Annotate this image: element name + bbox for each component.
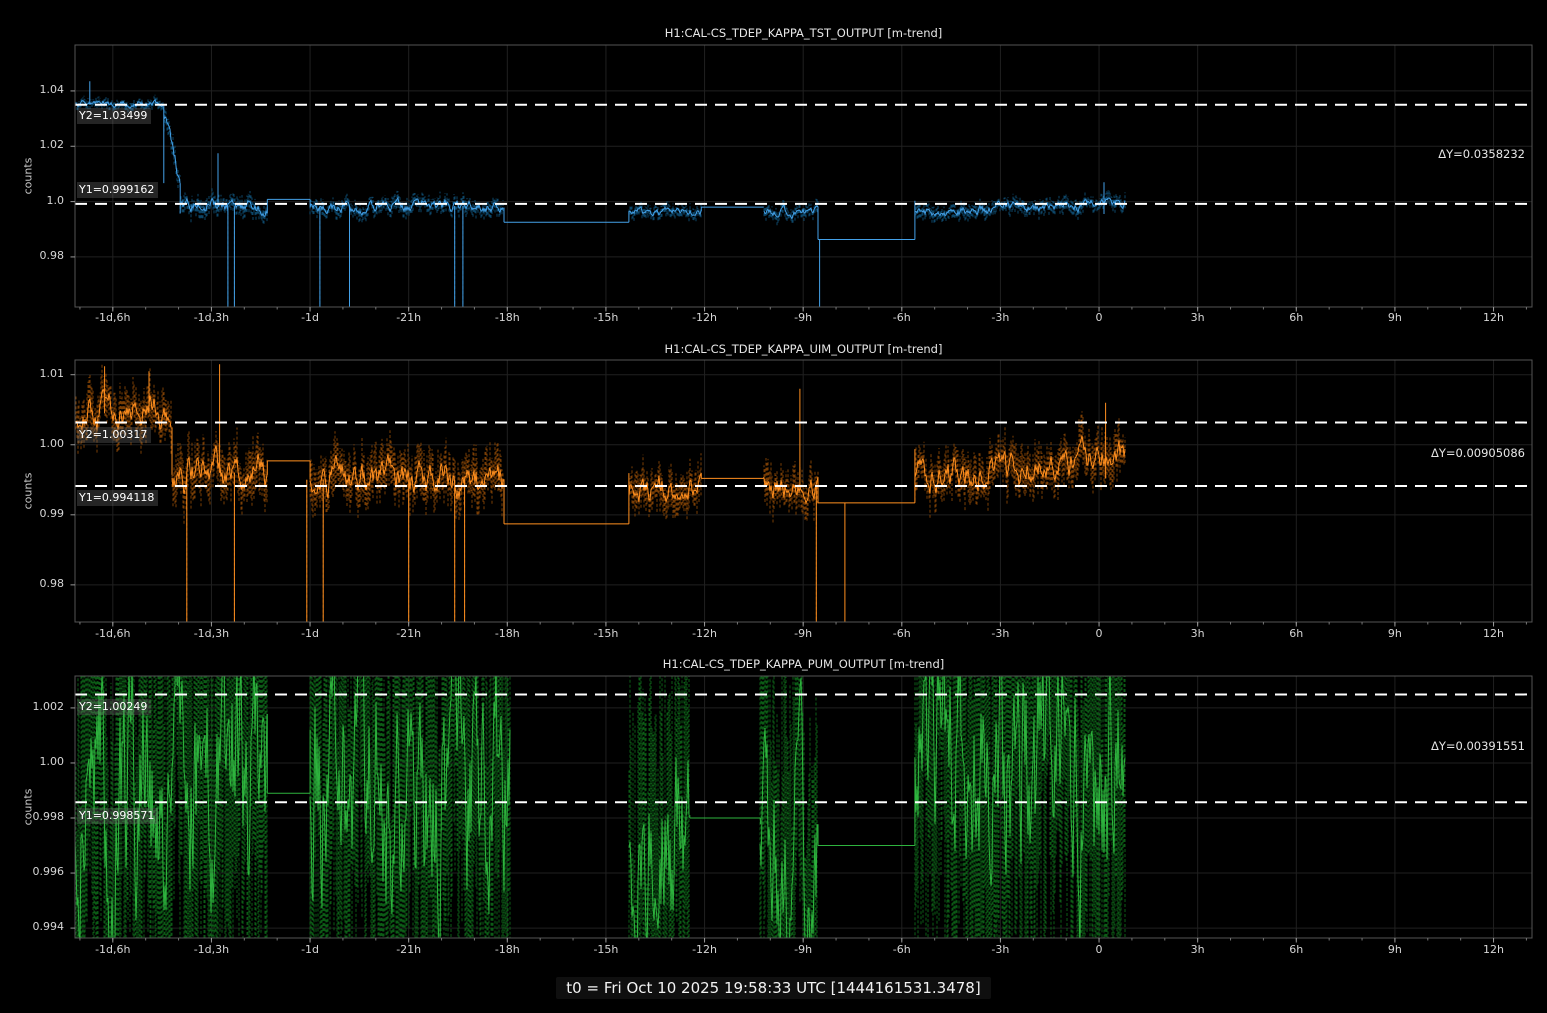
- t0-caption-text: t0 = Fri Oct 10 2025 19:58:33 UTC [14441…: [556, 977, 990, 999]
- y-tick-label: 0.98: [8, 249, 64, 262]
- x-tick-label: -6h: [867, 943, 937, 956]
- y-tick-label: 1.00: [8, 755, 64, 768]
- panel1-y-axis-label: counts: [22, 158, 35, 195]
- x-tick-label: -18h: [472, 311, 542, 324]
- panel3-title: H1:CAL-CS_TDEP_KAPPA_PUM_OUTPUT [m-trend…: [75, 657, 1532, 671]
- x-tick-label: 6h: [1261, 943, 1331, 956]
- x-tick-label: -1d,3h: [176, 943, 246, 956]
- minmax-envelope-trace: [75, 364, 1125, 628]
- y-tick-label: 1.01: [8, 367, 64, 380]
- mean-trace: [75, 81, 1125, 313]
- y-tick-label: 1.00: [8, 437, 64, 450]
- x-tick-label: -3h: [965, 311, 1035, 324]
- x-tick-label: -1d,6h: [78, 943, 148, 956]
- x-tick-label: 12h: [1459, 943, 1529, 956]
- y-tick-label: 1.0: [8, 194, 64, 207]
- trace-group-panel1[interactable]: [75, 81, 1125, 313]
- t0-caption: t0 = Fri Oct 10 2025 19:58:33 UTC [14441…: [0, 977, 1547, 999]
- x-tick-label: -15h: [571, 311, 641, 324]
- y-tick-label: 0.994: [8, 920, 64, 933]
- x-tick-label: -1d,3h: [176, 311, 246, 324]
- x-tick-label: -9h: [768, 943, 838, 956]
- y-tick-label: 1.02: [8, 138, 64, 151]
- panel1-delta-y-readout: ΔY=0.0358232: [1225, 147, 1525, 161]
- x-tick-label: -6h: [867, 627, 937, 640]
- x-tick-label: 12h: [1459, 311, 1529, 324]
- x-tick-label: -1d: [275, 627, 345, 640]
- x-tick-label: -1d,6h: [78, 627, 148, 640]
- x-tick-label: -1d: [275, 943, 345, 956]
- panel2-title: H1:CAL-CS_TDEP_KAPPA_UIM_OUTPUT [m-trend…: [75, 342, 1532, 356]
- x-tick-label: 12h: [1459, 627, 1529, 640]
- x-tick-label: 3h: [1163, 943, 1233, 956]
- panel2-y-axis-label: counts: [22, 473, 35, 510]
- panel2-delta-y-readout: ΔY=0.00905086: [1225, 446, 1525, 460]
- x-tick-label: -15h: [571, 627, 641, 640]
- panel1-title: H1:CAL-CS_TDEP_KAPPA_TST_OUTPUT [m-trend…: [75, 26, 1532, 40]
- mean-trace: [75, 364, 1125, 628]
- x-tick-label: -9h: [768, 627, 838, 640]
- x-tick-label: 3h: [1163, 627, 1233, 640]
- panel2-y2-cursor-label[interactable]: Y2=1.00317: [77, 427, 151, 443]
- y-tick-label: 0.98: [8, 577, 64, 590]
- x-tick-label: -3h: [965, 943, 1035, 956]
- y-tick-label: 1.04: [8, 83, 64, 96]
- panel3-delta-y-readout: ΔY=0.00391551: [1225, 739, 1525, 753]
- minmax-envelope-trace: [75, 362, 1125, 1013]
- y-tick-label: 0.996: [8, 865, 64, 878]
- panel1-y1-cursor-label[interactable]: Y1=0.999162: [77, 182, 158, 198]
- x-tick-label: -1d: [275, 311, 345, 324]
- x-tick-label: 9h: [1360, 311, 1430, 324]
- x-tick-label: 3h: [1163, 311, 1233, 324]
- y-tick-label: 0.99: [8, 507, 64, 520]
- x-tick-label: -1d,3h: [176, 627, 246, 640]
- panel1-y2-cursor-label[interactable]: Y2=1.03499: [77, 108, 151, 124]
- trace-group-panel3[interactable]: [75, 362, 1125, 1013]
- trace-group-panel2[interactable]: [75, 364, 1125, 628]
- x-tick-label: -21h: [374, 311, 444, 324]
- x-tick-label: 0: [1064, 311, 1134, 324]
- x-tick-label: -21h: [374, 943, 444, 956]
- x-tick-label: 9h: [1360, 943, 1430, 956]
- x-tick-label: 0: [1064, 943, 1134, 956]
- x-tick-label: -12h: [670, 943, 740, 956]
- x-tick-label: 0: [1064, 627, 1134, 640]
- pan2-y1-cursor-label[interactable]: Y1=0.994118: [77, 490, 158, 506]
- y-tick-label: 0.998: [8, 810, 64, 823]
- x-tick-label: -12h: [670, 627, 740, 640]
- x-tick-label: -15h: [571, 943, 641, 956]
- x-tick-label: -21h: [374, 627, 444, 640]
- x-tick-label: -18h: [472, 627, 542, 640]
- x-tick-label: -9h: [768, 311, 838, 324]
- x-tick-label: -3h: [965, 627, 1035, 640]
- x-tick-label: 9h: [1360, 627, 1430, 640]
- y-tick-label: 1.002: [8, 700, 64, 713]
- x-tick-label: -6h: [867, 311, 937, 324]
- panel3-y1-cursor-label[interactable]: Y1=0.998571: [77, 808, 158, 824]
- x-tick-label: 6h: [1261, 311, 1331, 324]
- panel3-y2-cursor-label[interactable]: Y2=1.00249: [77, 699, 151, 715]
- x-tick-label: -1d,6h: [78, 311, 148, 324]
- x-tick-label: -18h: [472, 943, 542, 956]
- x-tick-label: -12h: [670, 311, 740, 324]
- dataviewer-window: H1:CAL-CS_TDEP_KAPPA_TST_OUTPUT [m-trend…: [0, 0, 1547, 1013]
- x-tick-label: 6h: [1261, 627, 1331, 640]
